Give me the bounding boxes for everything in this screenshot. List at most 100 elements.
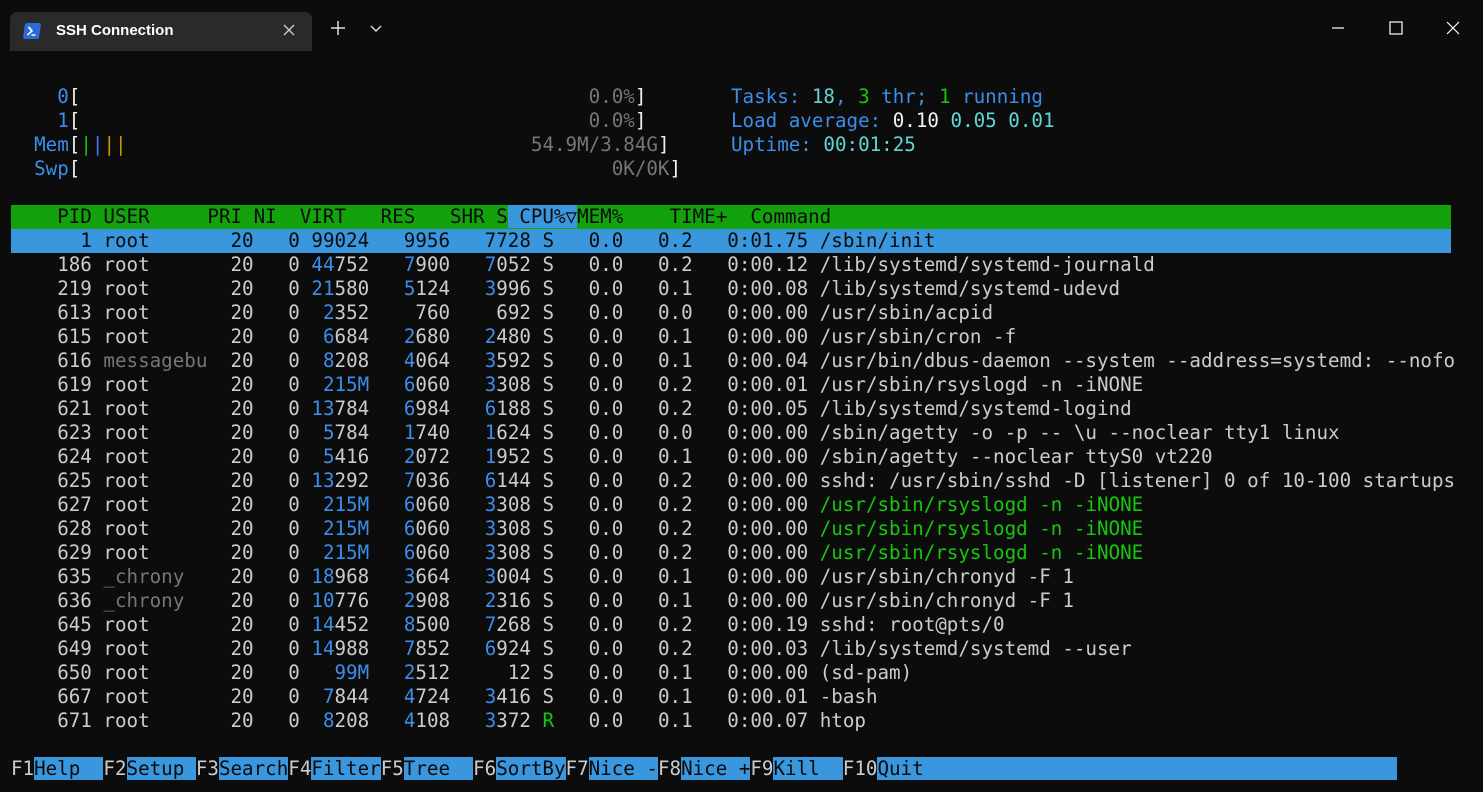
fkey-f6[interactable]: F6SortBy [473,757,566,780]
column-header-pri[interactable]: PRI [196,205,242,228]
shr-cell: 1952 [484,445,531,468]
process-row[interactable]: 624 root 20 0 5416 2072 1952 S 0.0 0.1 0… [11,445,1212,469]
cpu-cell: 0.0 [554,493,624,516]
pri-cell: 20 [207,517,254,540]
column-header-virt[interactable]: VIRT [277,205,346,228]
cpu-cell: 0.0 [554,589,624,612]
process-row[interactable]: 628 root 20 0 215M 6060 3308 S 0.0 0.2 0… [11,517,1143,541]
column-header-command[interactable]: Command [727,205,831,228]
fkey-f1[interactable]: F1Help [11,757,104,780]
virt-cell: 7844 [322,685,370,708]
process-row[interactable]: 636 _chrony 20 0 10776 2908 2316 S 0.0 0… [11,589,1074,613]
fkey-key: F1 [11,757,35,780]
time-cell: 0:00.05 [692,397,809,420]
state-cell: S [530,493,555,516]
process-table-header[interactable]: PID USER PRI NI VIRT RES SHR S CPU%▽MEM%… [11,205,1451,229]
process-row[interactable]: 186 root 20 0 44752 7900 7052 S 0.0 0.2 … [11,253,1155,277]
fkey-f5[interactable]: F5Tree [381,757,474,780]
process-row[interactable]: 619 root 20 0 215M 6060 3308 S 0.0 0.2 0… [11,373,1143,397]
close-tab-icon[interactable] [282,23,296,37]
process-row[interactable]: 650 root 20 0 99M 2512 12 S 0.0 0.1 0:00… [11,661,912,685]
ni-cell: 0 [253,253,300,276]
virt-cell: 215M [322,373,370,396]
res-cell: 6060 [403,541,451,564]
state-cell: S [530,277,555,300]
column-header-shr[interactable]: SHR [415,205,485,228]
pri-cell: 20 [207,253,254,276]
fkey-f8[interactable]: F8Nice + [658,757,751,780]
process-row[interactable]: 635 _chrony 20 0 18968 3664 3004 S 0.0 0… [11,565,1074,589]
column-header-res[interactable]: RES [346,205,416,228]
process-row[interactable]: 649 root 20 0 14988 7852 6924 S 0.0 0.2 … [11,637,1132,661]
state-cell: S [530,373,555,396]
function-key-bar: F1Help F2Setup F3SearchF4FilterF5Tree F6… [11,757,1398,781]
fkey-f7[interactable]: F7Nice - [566,757,658,780]
minimize-icon[interactable] [1328,18,1348,38]
tab-title: SSH Connection [56,22,174,39]
fkey-label: Help [34,757,104,780]
fkey-f2[interactable]: F2Setup [103,757,196,780]
maximize-icon[interactable] [1386,18,1406,38]
load-average-meter: Load average: 0.10 0.05 0.01 [731,109,1055,132]
time-cell: 0:00.12 [692,253,809,276]
command-cell: /usr/sbin/rsyslogd -n -iNONE [808,541,1144,564]
pri-cell: 20 [207,229,254,252]
process-row[interactable]: 616 messagebu 20 0 8208 4064 3592 S 0.0 … [11,349,1455,373]
process-row[interactable]: 627 root 20 0 215M 6060 3308 S 0.0 0.2 0… [11,493,1143,517]
shr-cell: 2316 [484,589,531,612]
pid-cell: 219 [11,277,92,300]
user-cell: root [91,445,208,468]
column-header-user[interactable]: USER [92,205,196,228]
virt-cell: 215M [322,517,370,540]
plus-icon[interactable] [328,18,348,38]
process-row[interactable]: 1 root 20 0 99024 9956 7728 S 0.0 0.2 0:… [11,229,1451,253]
process-row[interactable]: 219 root 20 0 21580 5124 3996 S 0.0 0.1 … [11,277,1120,301]
fkey-f3[interactable]: F3Search [196,757,289,780]
process-row[interactable]: 625 root 20 0 13292 7036 6144 S 0.0 0.2 … [11,469,1455,493]
shr-cell: 7052 [484,253,531,276]
tab-ssh-connection[interactable]: SSH Connection [10,12,312,51]
column-header-ni[interactable]: NI [242,205,277,228]
time-cell: 0:00.08 [692,277,809,300]
pid-cell: 616 [11,349,92,372]
terminal-window: SSH Connection 0[ 0.0%] 1[ 0.0%] Mem[|||… [0,0,1483,792]
ni-cell: 0 [253,229,300,252]
fkey-label: Tree [403,757,474,780]
process-row[interactable]: 623 root 20 0 5784 1740 1624 S 0.0 0.0 0… [11,421,1339,445]
fkey-label: SortBy [496,757,566,780]
state-cell: S [530,445,555,468]
time-cell: 0:00.01 [692,685,809,708]
process-row[interactable]: 629 root 20 0 215M 6060 3308 S 0.0 0.2 0… [11,541,1143,565]
virt-cell: 13784 [311,397,370,420]
fkey-f4[interactable]: F4Filter [288,757,381,780]
fkey-f10[interactable]: F10Quit [843,757,924,780]
process-row[interactable]: 671 root 20 0 8208 4108 3372 R 0.0 0.1 0… [11,709,866,733]
ni-cell: 0 [253,589,300,612]
close-icon[interactable] [1443,18,1463,38]
command-cell: /lib/systemd/systemd --user [808,637,1132,660]
column-header-mem[interactable]: MEM% [577,205,623,228]
column-header-cpu[interactable]: CPU%▽ [507,205,578,228]
process-row[interactable]: 667 root 20 0 7844 4724 3416 S 0.0 0.1 0… [11,685,877,709]
column-header-s[interactable]: S [485,205,508,228]
pri-cell: 20 [207,469,254,492]
process-row[interactable]: 645 root 20 0 14452 8500 7268 S 0.0 0.2 … [11,613,1004,637]
process-row[interactable]: 621 root 20 0 13784 6984 6188 S 0.0 0.2 … [11,397,1131,421]
process-row[interactable]: 615 root 20 0 6684 2680 2480 S 0.0 0.1 0… [11,325,1016,349]
state-cell: S [530,685,555,708]
pri-cell: 20 [207,637,254,660]
fkey-f9[interactable]: F9Kill [750,757,843,780]
mem-cell: 0.1 [623,349,693,372]
chevron-down-icon[interactable] [366,18,386,38]
ni-cell: 0 [253,349,300,372]
column-header-time[interactable]: TIME+ [623,205,728,228]
user-cell: root [91,685,208,708]
shr-cell: 3592 [484,349,531,372]
process-row[interactable]: 613 root 20 0 2352 760 692 S 0.0 0.0 0:0… [11,301,993,325]
pri-cell: 20 [207,349,254,372]
fkey-bar-fill [923,757,1398,780]
state-cell: S [530,661,555,684]
column-header-pid[interactable]: PID [11,205,92,228]
ni-cell: 0 [253,373,300,396]
res-cell: 760 [415,301,451,324]
